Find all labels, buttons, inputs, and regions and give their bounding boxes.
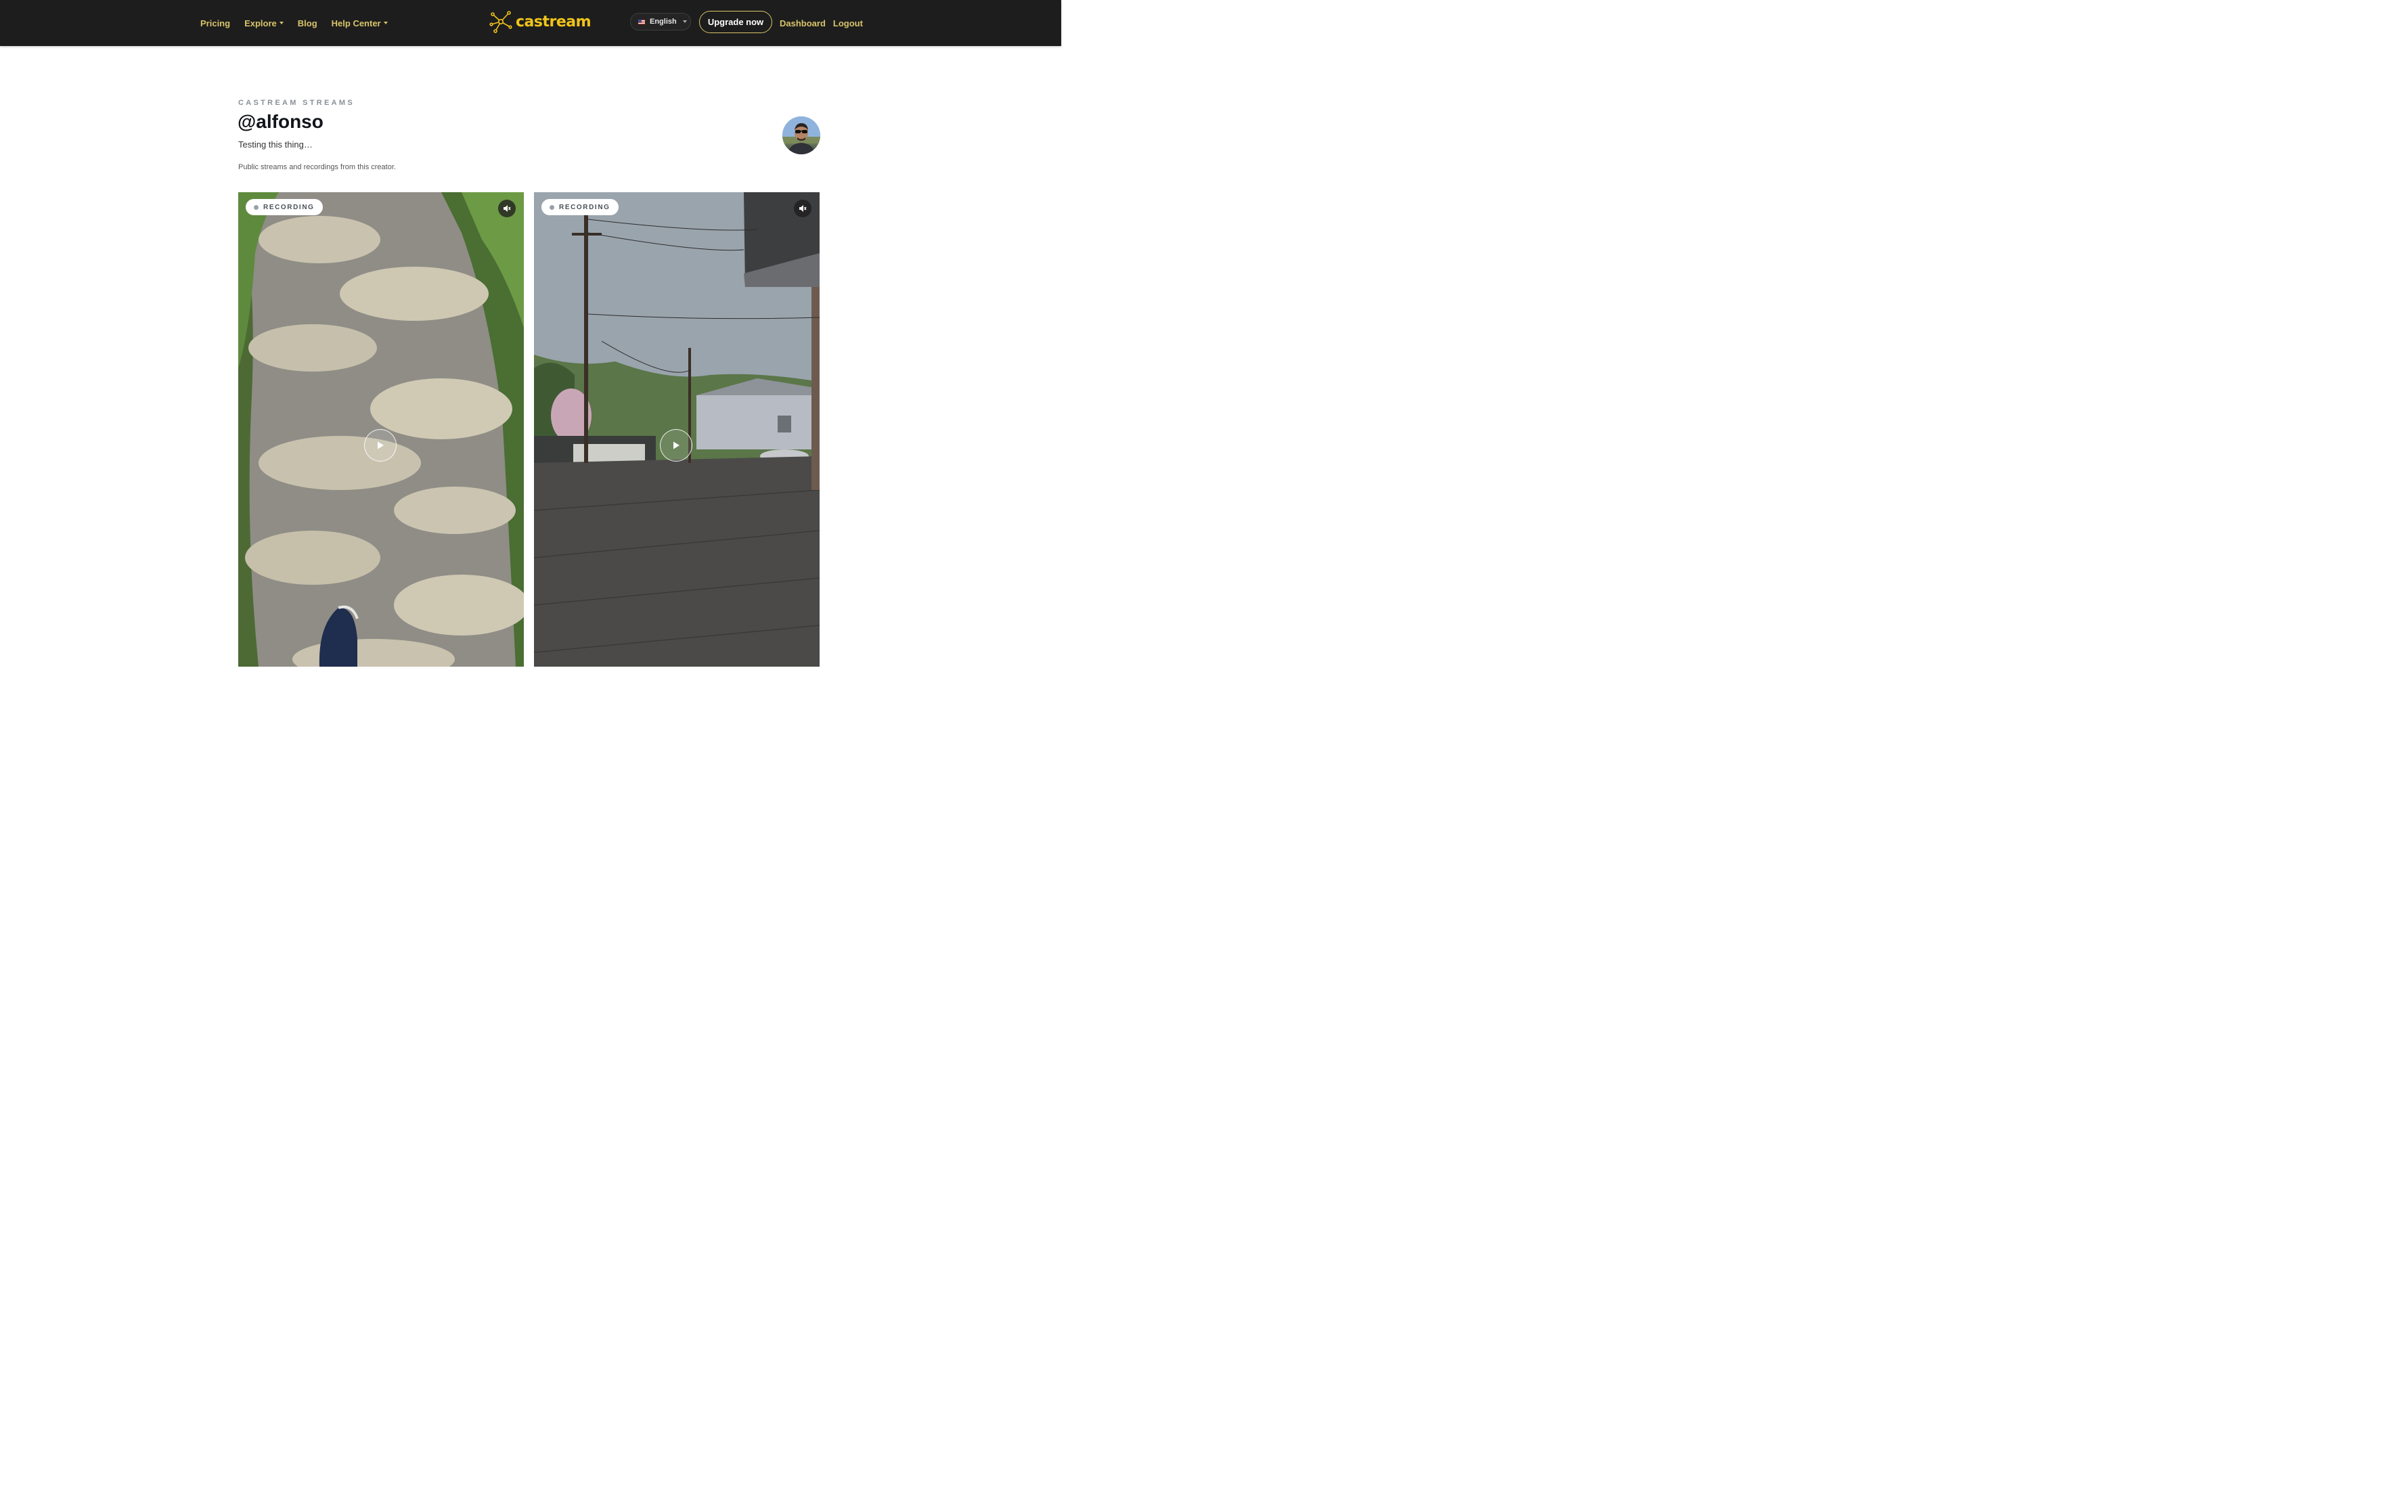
logo-network-icon <box>489 11 512 33</box>
nav-link-label: Help Center <box>331 18 381 28</box>
nav-link-label: Dashboard <box>780 18 826 28</box>
caret-down-icon <box>383 22 388 24</box>
nav-right-links: Dashboard Logout <box>780 0 870 46</box>
play-button[interactable] <box>660 429 692 462</box>
logo-text: castream <box>516 13 592 30</box>
language-selector[interactable]: English <box>630 13 691 30</box>
stream-card[interactable]: RECORDING <box>534 192 820 667</box>
language-label: English <box>650 18 677 26</box>
play-button[interactable] <box>364 429 397 462</box>
speaker-muted-icon <box>799 205 807 212</box>
status-dot-icon <box>550 204 554 210</box>
top-navbar: Pricing Explore Blog Help Center castrea… <box>0 0 1061 46</box>
status-dot-icon <box>254 204 259 210</box>
nav-link-dashboard[interactable]: Dashboard <box>780 18 826 28</box>
nav-link-label: Explore <box>244 18 277 28</box>
nav-link-label: Blog <box>297 18 317 28</box>
play-icon <box>378 441 384 449</box>
creator-handle: @alfonso <box>238 111 324 132</box>
recording-badge: RECORDING <box>246 199 323 215</box>
nav-link-label: Pricing <box>200 18 231 28</box>
nav-link-help-center[interactable]: Help Center <box>332 18 388 28</box>
section-eyebrow: CASTREAM STREAMS <box>238 99 355 107</box>
creator-bio: Testing this thing… <box>238 139 313 150</box>
nav-link-label: Logout <box>832 18 863 28</box>
nav-link-explore[interactable]: Explore <box>244 18 284 28</box>
upgrade-button[interactable]: Upgrade now <box>699 11 772 33</box>
stream-card[interactable]: RECORDING <box>238 192 524 667</box>
speaker-muted-icon <box>504 205 511 212</box>
caret-down-icon <box>682 20 687 23</box>
recording-badge: RECORDING <box>541 199 619 215</box>
avatar[interactable] <box>782 116 820 154</box>
avatar-portrait <box>782 116 820 154</box>
mute-button[interactable] <box>794 200 811 217</box>
us-flag-icon <box>638 19 645 24</box>
mute-button[interactable] <box>498 200 516 217</box>
badge-label: RECORDING <box>263 203 315 211</box>
upgrade-label: Upgrade now <box>707 17 764 27</box>
play-icon <box>673 441 679 449</box>
nav-link-blog[interactable]: Blog <box>298 18 317 28</box>
castream-logo[interactable]: castream <box>489 9 592 34</box>
nav-link-pricing[interactable]: Pricing <box>200 18 230 28</box>
nav-link-logout[interactable]: Logout <box>833 18 863 28</box>
nav-left-links: Pricing Explore Blog Help Center <box>200 0 402 46</box>
caret-down-icon <box>279 22 284 24</box>
badge-label: RECORDING <box>559 203 610 211</box>
creator-description: Public streams and recordings from this … <box>238 163 396 171</box>
